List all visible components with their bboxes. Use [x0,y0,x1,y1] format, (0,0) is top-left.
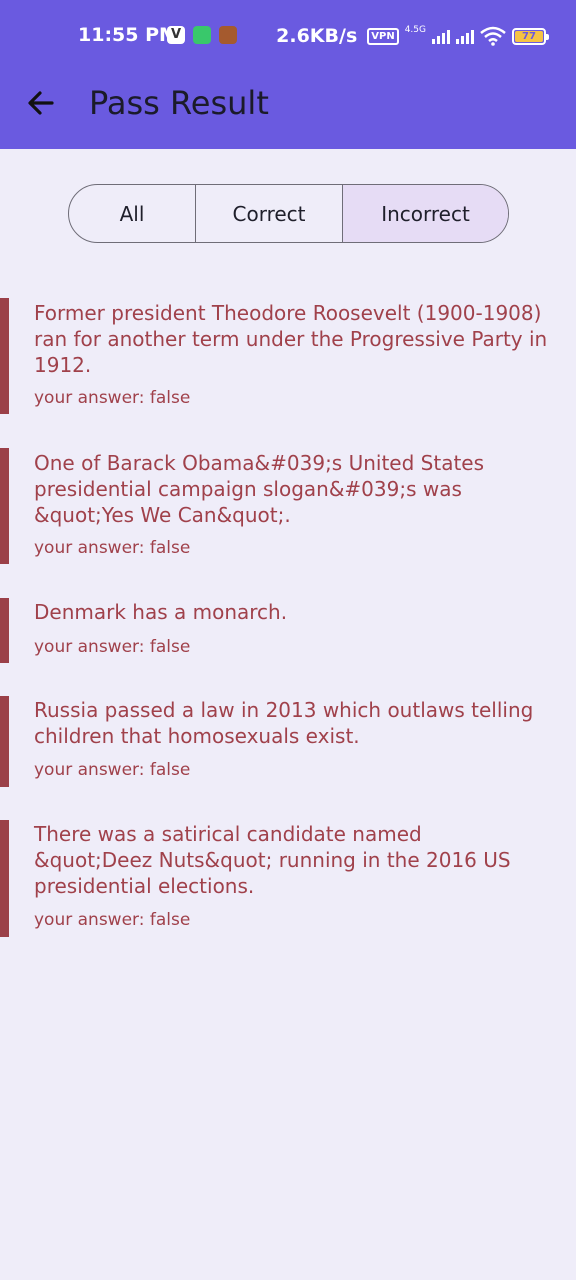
question-text: Russia passed a law in 2013 which outlaw… [34,698,534,748]
result-filter: All Correct Incorrect [68,184,509,243]
incorrect-marker [0,696,9,787]
network-type: 4.5G [404,24,426,35]
v-app-icon: V [167,26,185,44]
incorrect-marker [0,448,9,564]
status-bar: 11:55 PM V 2.6KB/s VPN 4.5G 77 [0,0,576,72]
result-item[interactable]: Russia passed a law in 2013 which outlaw… [0,696,576,787]
answer-text: your answer: false [34,760,191,780]
filter-correct-button[interactable]: Correct [196,185,343,242]
incorrect-marker [0,820,9,937]
status-indicators: 2.6KB/s VPN 4.5G 77 [276,22,549,50]
alarm-app-icon [193,26,211,44]
battery-icon: 77 [512,27,549,45]
question-text: There was a satirical candidate named &q… [34,822,511,898]
wifi-icon [480,26,506,46]
vpn-badge: VPN [367,27,399,45]
answer-text: your answer: false [34,910,191,930]
answer-text: your answer: false [34,538,191,558]
answer-text: your answer: false [34,637,191,657]
result-item[interactable]: There was a satirical candidate named &q… [0,820,576,937]
game-app-icon [219,26,237,44]
incorrect-marker [0,598,9,663]
status-time: 11:55 PM [78,24,178,46]
result-item[interactable]: Former president Theodore Roosevelt (190… [0,298,576,414]
arrow-left-icon[interactable] [24,86,58,120]
question-text: Denmark has a monarch. [34,600,288,624]
question-text: Former president Theodore Roosevelt (190… [34,301,548,377]
page-title: Pass Result [89,84,269,122]
filter-incorrect-button[interactable]: Incorrect [343,185,508,242]
signal-1-icon [432,28,450,44]
answer-text: your answer: false [34,388,191,408]
result-item[interactable]: One of Barack Obama&#039;s United States… [0,448,576,564]
filter-all-button[interactable]: All [69,185,196,242]
signal-2-icon [456,28,474,44]
incorrect-marker [0,298,9,414]
status-app-icons: V [167,26,237,46]
question-text: One of Barack Obama&#039;s United States… [34,451,485,527]
result-item[interactable]: Denmark has a monarch. your answer: fals… [0,598,576,663]
battery-level: 77 [515,30,543,42]
net-speed: 2.6KB/s [276,25,358,47]
app-header: 11:55 PM V 2.6KB/s VPN 4.5G 77 Pass Resu… [0,0,576,149]
